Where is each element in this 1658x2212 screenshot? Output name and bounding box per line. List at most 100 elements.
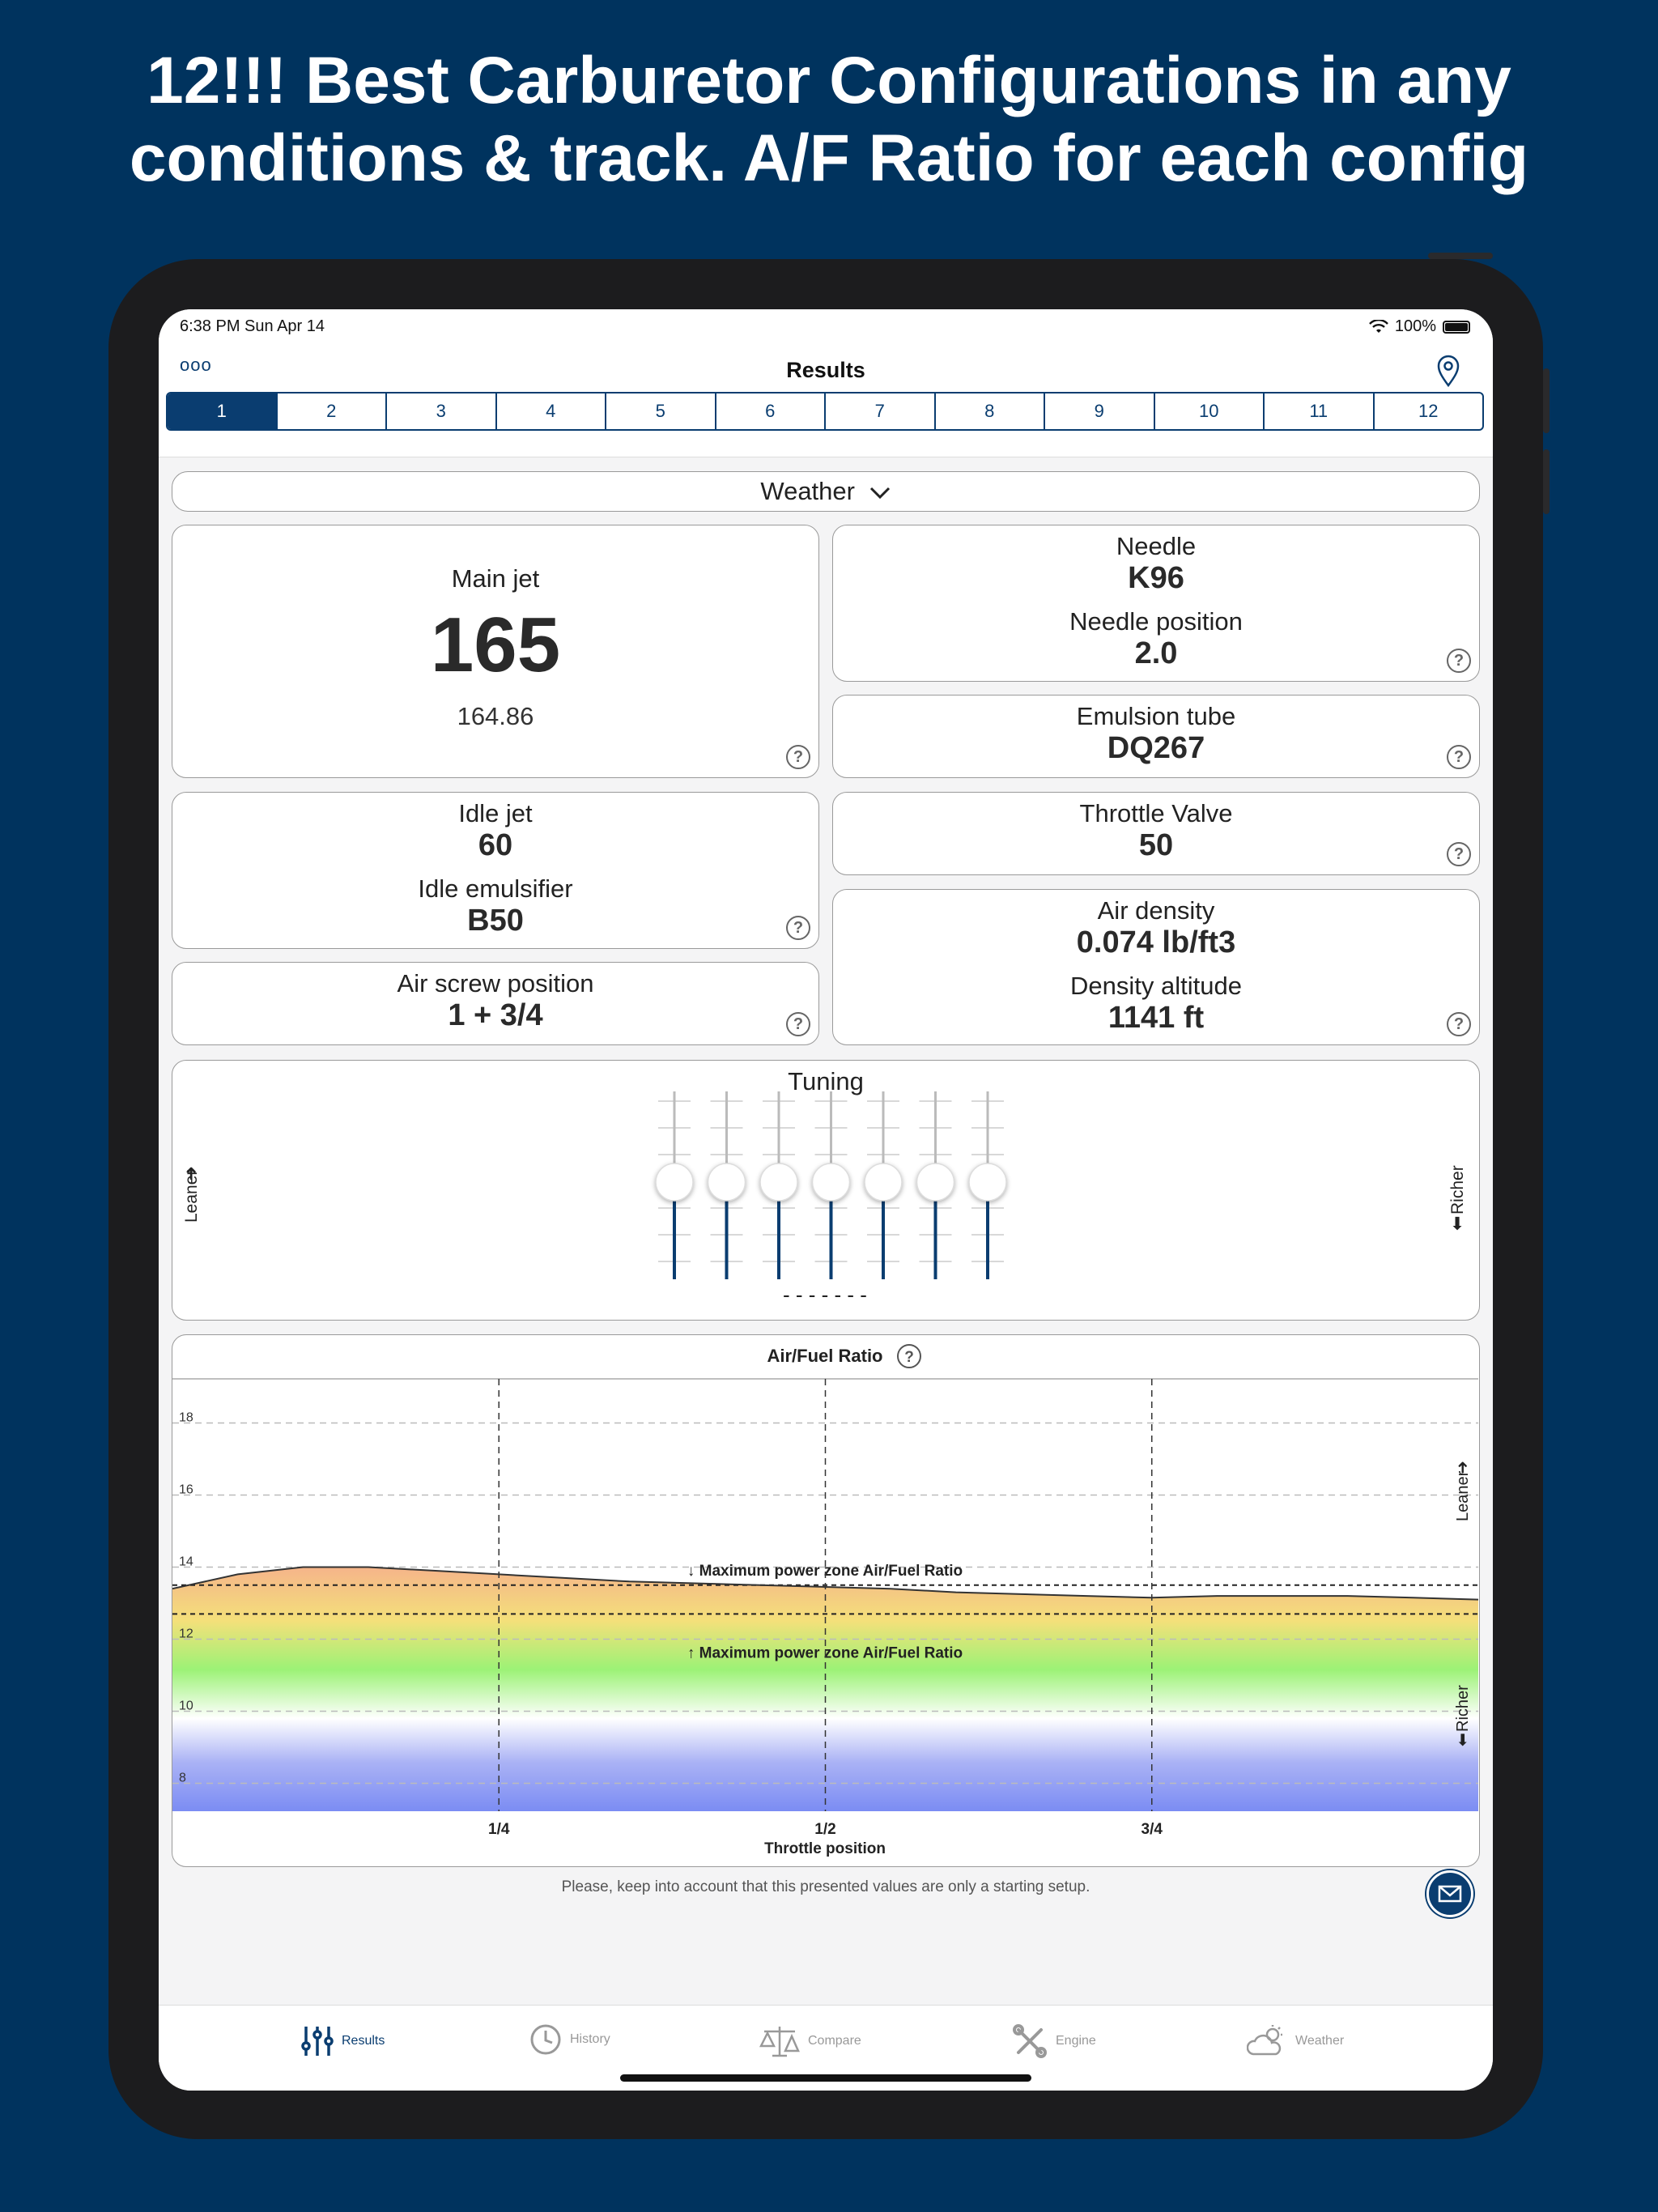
main-jet-precise: 164.86 [457,702,534,730]
chart-xtick-label: 3/4 [1141,1821,1163,1838]
svg-text:?: ? [904,1349,914,1366]
mail-button[interactable] [1426,1870,1473,1917]
idle-jet-label: Idle jet [458,799,533,827]
sliders-icon [301,2027,334,2056]
tuning-slider[interactable] [759,1091,798,1279]
chart-richer-arrow: ⬅ [1452,1733,1472,1746]
home-indicator [620,2074,1031,2082]
scale-icon [759,2027,800,2057]
tab-compare[interactable]: Compare [759,2023,861,2059]
tab-weather-label: Weather [1295,2034,1345,2048]
needle-value: K96 [1128,561,1184,595]
tab-weather[interactable]: Weather [1247,2023,1344,2059]
air-screw-card: Air screw position 1 + 3/4 ? [172,962,819,1045]
tuning-slider-knob[interactable] [655,1163,694,1202]
battery-icon [1443,320,1470,334]
air-fuel-chart: Air/Fuel Ratio ? ↓ Maximum power zone Ai… [172,1344,1478,1857]
location-pin-icon[interactable] [1436,355,1460,387]
segment-5[interactable]: 5 [605,393,715,429]
idle-jet-card: Idle jet 60 Idle emulsifier B50 ? [172,792,819,949]
tuning-sliders: Leaner ➜ Richer ⬅ - - - - - - - [181,1091,1468,1307]
emulsion-tube-label: Emulsion tube [1076,702,1236,730]
tuning-slider-knob[interactable] [707,1163,746,1202]
segment-12[interactable]: 12 [1372,393,1483,429]
air-fuel-chart-card: Air/Fuel Ratio ? ↓ Maximum power zone Ai… [172,1334,1480,1867]
tuning-slider[interactable] [655,1091,694,1279]
throttle-valve-card: Throttle Valve 50 ? [832,792,1480,875]
help-icon[interactable]: ? [1447,842,1471,866]
chevron-down-icon [869,487,890,499]
chart-ytick-label: 18 [179,1411,193,1425]
tab-history[interactable]: History [529,2023,610,2056]
status-time: 6:38 PM Sun Apr 14 [180,317,325,335]
headline-line-1: 12!!! Best Carburetor Configurations in … [147,44,1511,117]
app-screen: 6:38 PM Sun Apr 14 100% ooo Results 1234… [159,309,1493,2091]
idle-emulsifier-label: Idle emulsifier [418,874,573,903]
chart-ytick-label: 16 [179,1483,193,1497]
air-density-label: Air density [1097,896,1215,925]
main-jet-card: Main jet 165 164.86 ? [172,525,819,778]
tab-engine-label: Engine [1056,2034,1096,2048]
segment-1[interactable]: 1 [168,393,276,429]
segment-6[interactable]: 6 [714,393,825,429]
chart-leaner-label: Leaner [1454,1470,1472,1521]
tuning-slider[interactable] [811,1091,851,1279]
wrench-icon [1013,2024,1047,2058]
segment-10[interactable]: 10 [1153,393,1264,429]
device-volume-up [1543,368,1550,433]
needle-card: Needle K96 Needle position 2.0 ? [832,525,1480,682]
tuning-slider-knob[interactable] [864,1163,903,1202]
tuning-slider[interactable] [864,1091,903,1279]
page-title: Results [786,358,865,382]
tuning-slider[interactable] [968,1091,1007,1279]
tuning-slider[interactable] [916,1091,955,1279]
config-segment-bar: 1 2 3 4 5 6 7 8 9 10 11 12 [159,389,1493,457]
needle-position-label: Needle position [1069,607,1243,636]
emulsion-tube-card: Emulsion tube DQ267 ? [832,695,1480,778]
help-icon[interactable]: ? [1447,649,1471,673]
chart-help-icon[interactable]: ? [897,1344,921,1368]
air-density-value: 0.074 lb/ft3 [1076,925,1236,959]
help-icon[interactable]: ? [786,916,810,940]
status-bar: 6:38 PM Sun Apr 14 100% [159,309,1493,340]
needle-position-value: 2.0 [1134,636,1178,670]
segment-11[interactable]: 11 [1263,393,1373,429]
config-segments: 1 2 3 4 5 6 7 8 9 10 11 12 [166,392,1484,431]
tuning-slider-knob[interactable] [811,1163,851,1202]
idle-emulsifier-value: B50 [467,904,524,938]
chart-xlabel: Throttle position [764,1840,886,1857]
density-altitude-value: 1141 ft [1107,1001,1205,1035]
chart-ytick-label: 12 [179,1627,193,1641]
help-icon[interactable]: ? [1447,1012,1471,1036]
help-icon[interactable]: ? [786,1012,810,1036]
tuning-slider-knob[interactable] [968,1163,1007,1202]
tab-results[interactable]: Results [301,2023,385,2059]
help-icon[interactable]: ? [786,745,810,769]
needle-label: Needle [1116,532,1197,560]
weather-dropdown[interactable]: Weather [172,471,1480,512]
tuning-slider[interactable] [707,1091,746,1279]
segment-3[interactable]: 3 [385,393,495,429]
disclaimer-text: Please, keep into account that this pres… [561,1878,1090,1895]
chart-xtick-label: 1/4 [488,1821,510,1838]
tuning-slider-knob[interactable] [916,1163,955,1202]
tab-engine[interactable]: Engine [1012,2023,1096,2059]
chart-richer-label: Richer [1454,1685,1472,1732]
idle-jet-value: 60 [478,828,513,862]
segment-7[interactable]: 7 [824,393,934,429]
segment-8[interactable]: 8 [933,393,1044,429]
clock-icon [530,2024,561,2055]
air-screw-value: 1 + 3/4 [448,998,543,1032]
segment-4[interactable]: 4 [495,393,606,429]
tab-compare-label: Compare [808,2034,861,2048]
segment-2[interactable]: 2 [275,393,386,429]
help-icon[interactable]: ? [1447,745,1471,769]
tuning-leaner-arrow: ➜ [181,1166,202,1180]
throttle-valve-label: Throttle Valve [1079,799,1233,827]
chart-ytick-label: 8 [179,1772,186,1785]
cloud-sun-icon [1247,2025,1282,2056]
tuning-dashes: - - - - - - - [783,1283,867,1307]
tuning-card: Tuning Leaner ➜ Richer ⬅ - - - - - - - [172,1060,1480,1321]
segment-9[interactable]: 9 [1044,393,1154,429]
tuning-slider-knob[interactable] [759,1163,798,1202]
